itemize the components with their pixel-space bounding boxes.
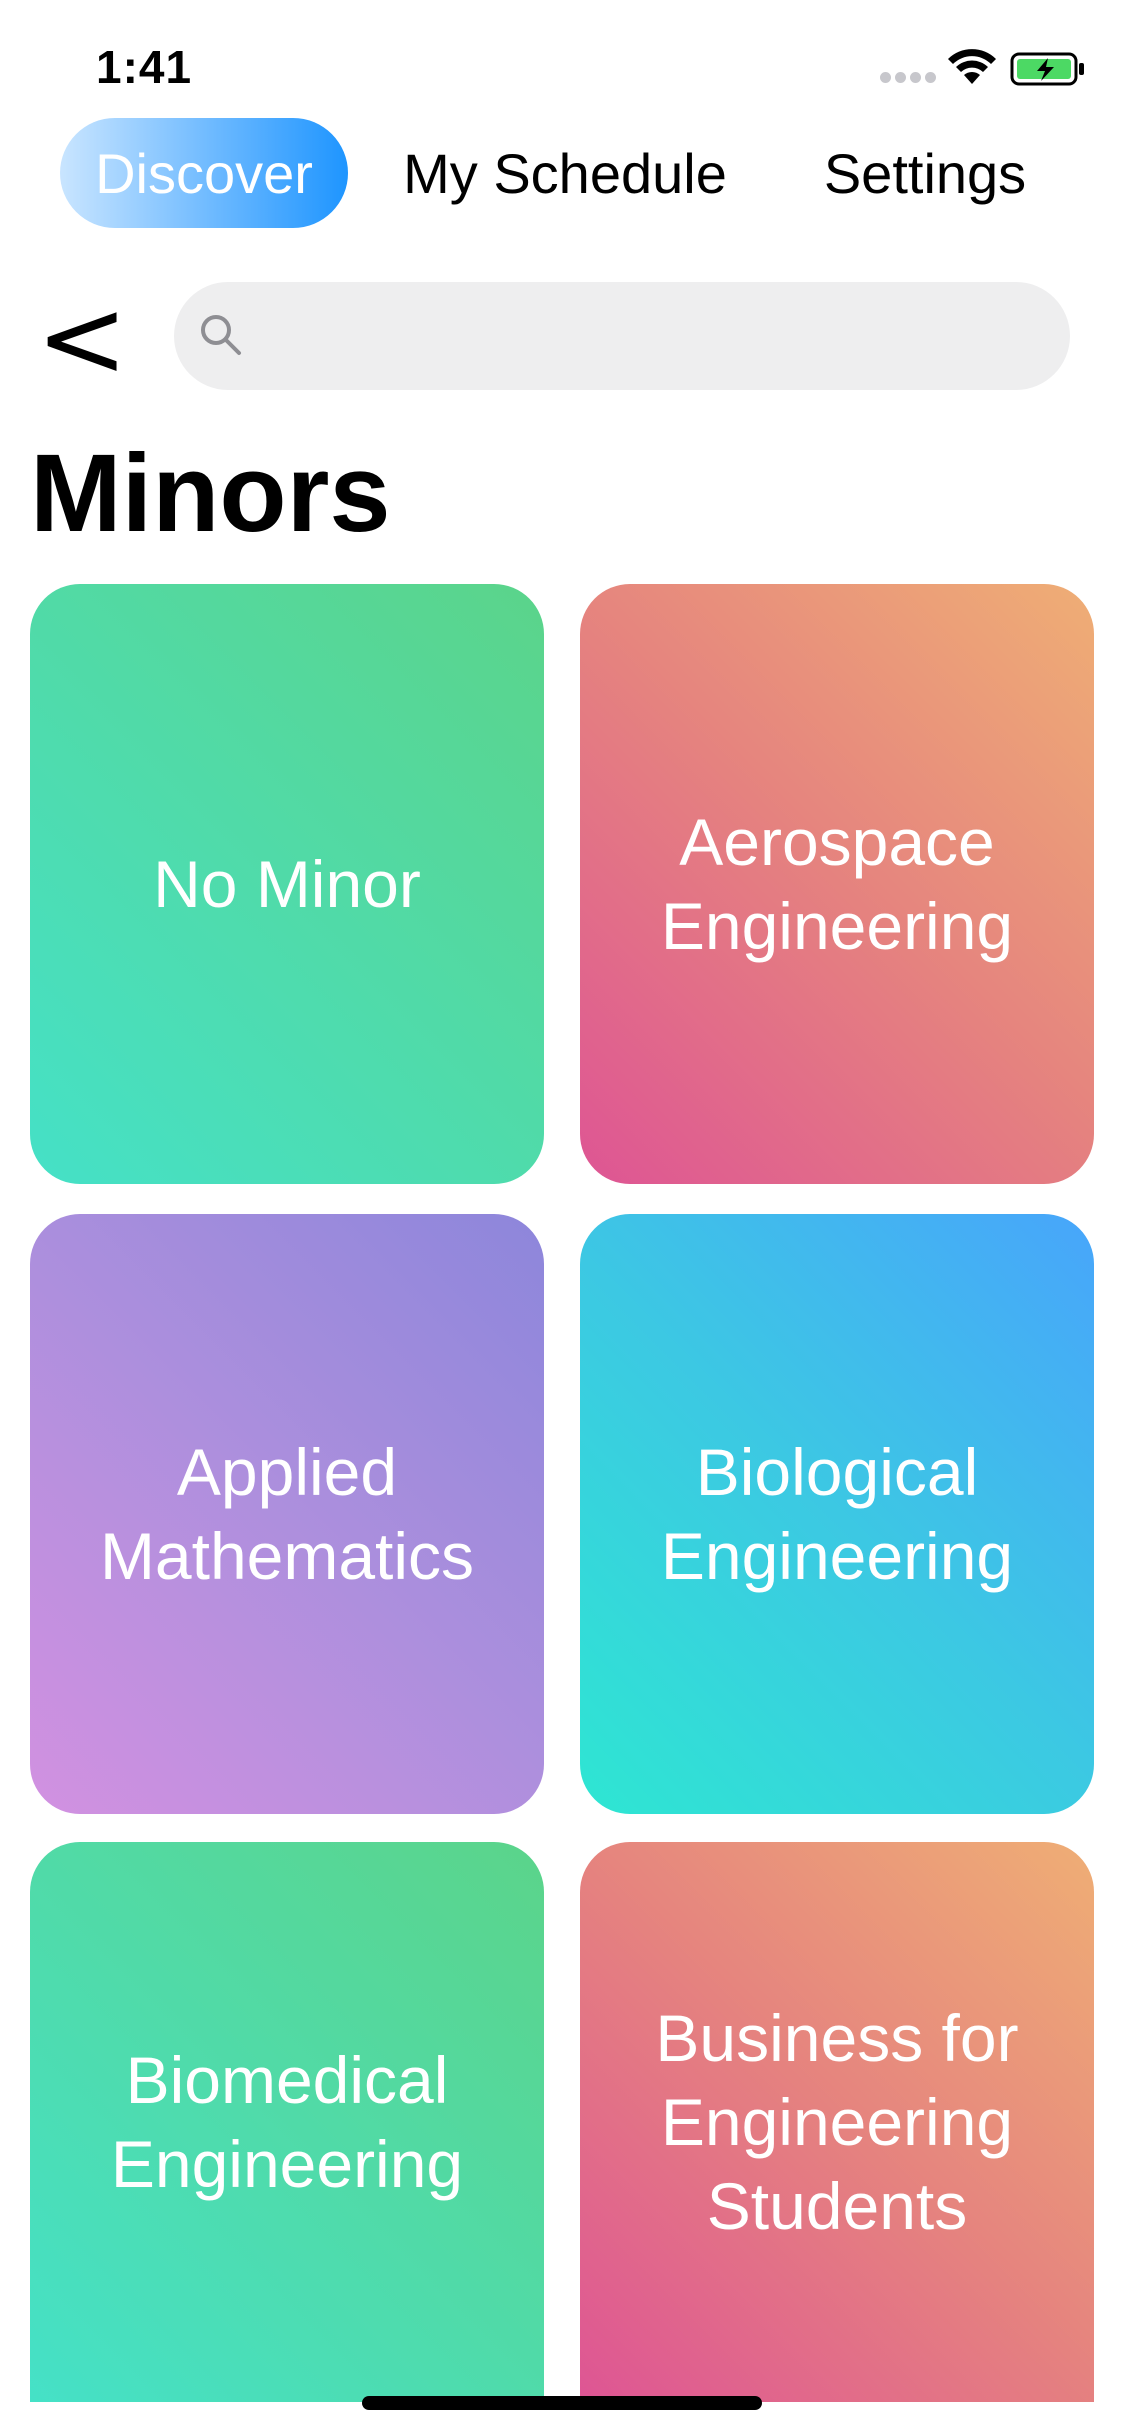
tab-settings[interactable]: Settings	[800, 118, 1050, 228]
minor-card-aerospace-engineering[interactable]: Aerospace Engineering	[580, 584, 1094, 1184]
cellular-signal-icon	[880, 72, 936, 84]
status-time: 1:41	[96, 41, 193, 93]
page-title: Minors	[30, 432, 391, 555]
wifi-icon	[948, 49, 996, 84]
back-button[interactable]: <	[36, 283, 128, 398]
app-screen: 1:41 Discover My Schedule Settings < Min…	[0, 0, 1125, 2436]
search-input[interactable]	[264, 282, 1048, 392]
battery-charging-icon	[1010, 52, 1084, 86]
minor-card-label: Business for Engineering Students	[655, 2001, 1019, 2243]
minor-card-biomedical-engineering[interactable]: Biomedical Engineering	[30, 1842, 544, 2402]
minor-card-label: No Minor	[153, 847, 421, 921]
tab-my-schedule[interactable]: My Schedule	[380, 118, 750, 228]
minor-card-label: Applied Mathematics	[99, 1435, 475, 1593]
minor-card-no-minor[interactable]: No Minor	[30, 584, 544, 1184]
status-bar: 1:41	[0, 0, 1125, 120]
home-indicator[interactable]	[362, 2396, 762, 2410]
minor-card-biological-engineering[interactable]: Biological Engineering	[580, 1214, 1094, 1814]
search-bar[interactable]	[174, 282, 1070, 392]
minor-card-business-for-engineering-students[interactable]: Business for Engineering Students	[580, 1842, 1094, 2402]
tab-discover[interactable]: Discover	[60, 118, 348, 228]
search-icon	[201, 315, 241, 355]
minor-card-applied-mathematics[interactable]: Applied Mathematics	[30, 1214, 544, 1814]
minor-card-label: Biomedical Engineering	[110, 2043, 464, 2201]
top-tab-bar: Discover My Schedule Settings	[0, 118, 1125, 230]
minor-card-label: Aerospace Engineering	[660, 805, 1014, 963]
minor-card-label: Biological Engineering	[660, 1435, 1014, 1593]
